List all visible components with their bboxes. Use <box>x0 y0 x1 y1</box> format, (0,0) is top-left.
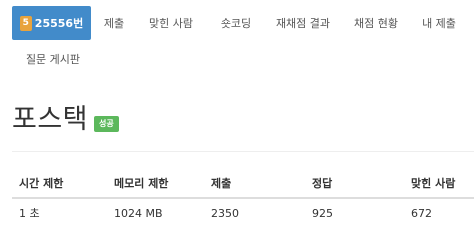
cell-time-limit: 1 초 <box>19 207 40 220</box>
divider <box>12 151 474 152</box>
cell-submissions: 2350 <box>211 206 239 220</box>
cell-accepted: 925 <box>312 206 333 220</box>
tab-submit[interactable]: 제출 <box>100 6 128 40</box>
problem-level-icon: 5 <box>19 15 32 31</box>
header-accepted: 정답 <box>305 168 404 199</box>
tab-solved-users[interactable]: 맞힌 사람 <box>146 6 196 40</box>
header-memory-limit: 메모리 제한 <box>107 168 204 199</box>
tab-problem-label: 25556번 <box>34 17 84 30</box>
title-row: 포스택 성공 <box>12 104 119 136</box>
tab-my-submissions[interactable]: 내 제출 <box>419 6 459 40</box>
tab-short-coding[interactable]: 숏코딩 <box>216 6 256 40</box>
cell-memory-limit: 1024 MB <box>114 206 163 220</box>
tab-rejudge-results[interactable]: 재채점 결과 <box>272 6 334 40</box>
cell-solved-users: 672 <box>411 206 432 220</box>
table-row: 1 초 1024 MB 2350 925 672 <box>12 198 474 227</box>
problem-menu: 5 25556번 제출 맞힌 사람 숏코딩 재채점 결과 채점 현황 내 제출 … <box>0 0 474 80</box>
tab-problem[interactable]: 5 25556번 <box>12 6 91 40</box>
header-time-limit: 시간 제한 <box>12 168 107 199</box>
header-submissions: 제출 <box>204 168 305 199</box>
tab-qna-board[interactable]: 질문 게시판 <box>24 42 82 76</box>
tab-judge-status[interactable]: 채점 현황 <box>351 6 401 40</box>
problem-info-table: 시간 제한 메모리 제한 제출 정답 맞힌 사람 1 초 1024 MB 235… <box>12 168 474 227</box>
page-title: 포스택 <box>12 104 89 135</box>
status-badge: 성공 <box>94 116 119 132</box>
header-solved-users: 맞힌 사람 <box>404 168 474 199</box>
table-header-row: 시간 제한 메모리 제한 제출 정답 맞힌 사람 <box>12 168 474 199</box>
